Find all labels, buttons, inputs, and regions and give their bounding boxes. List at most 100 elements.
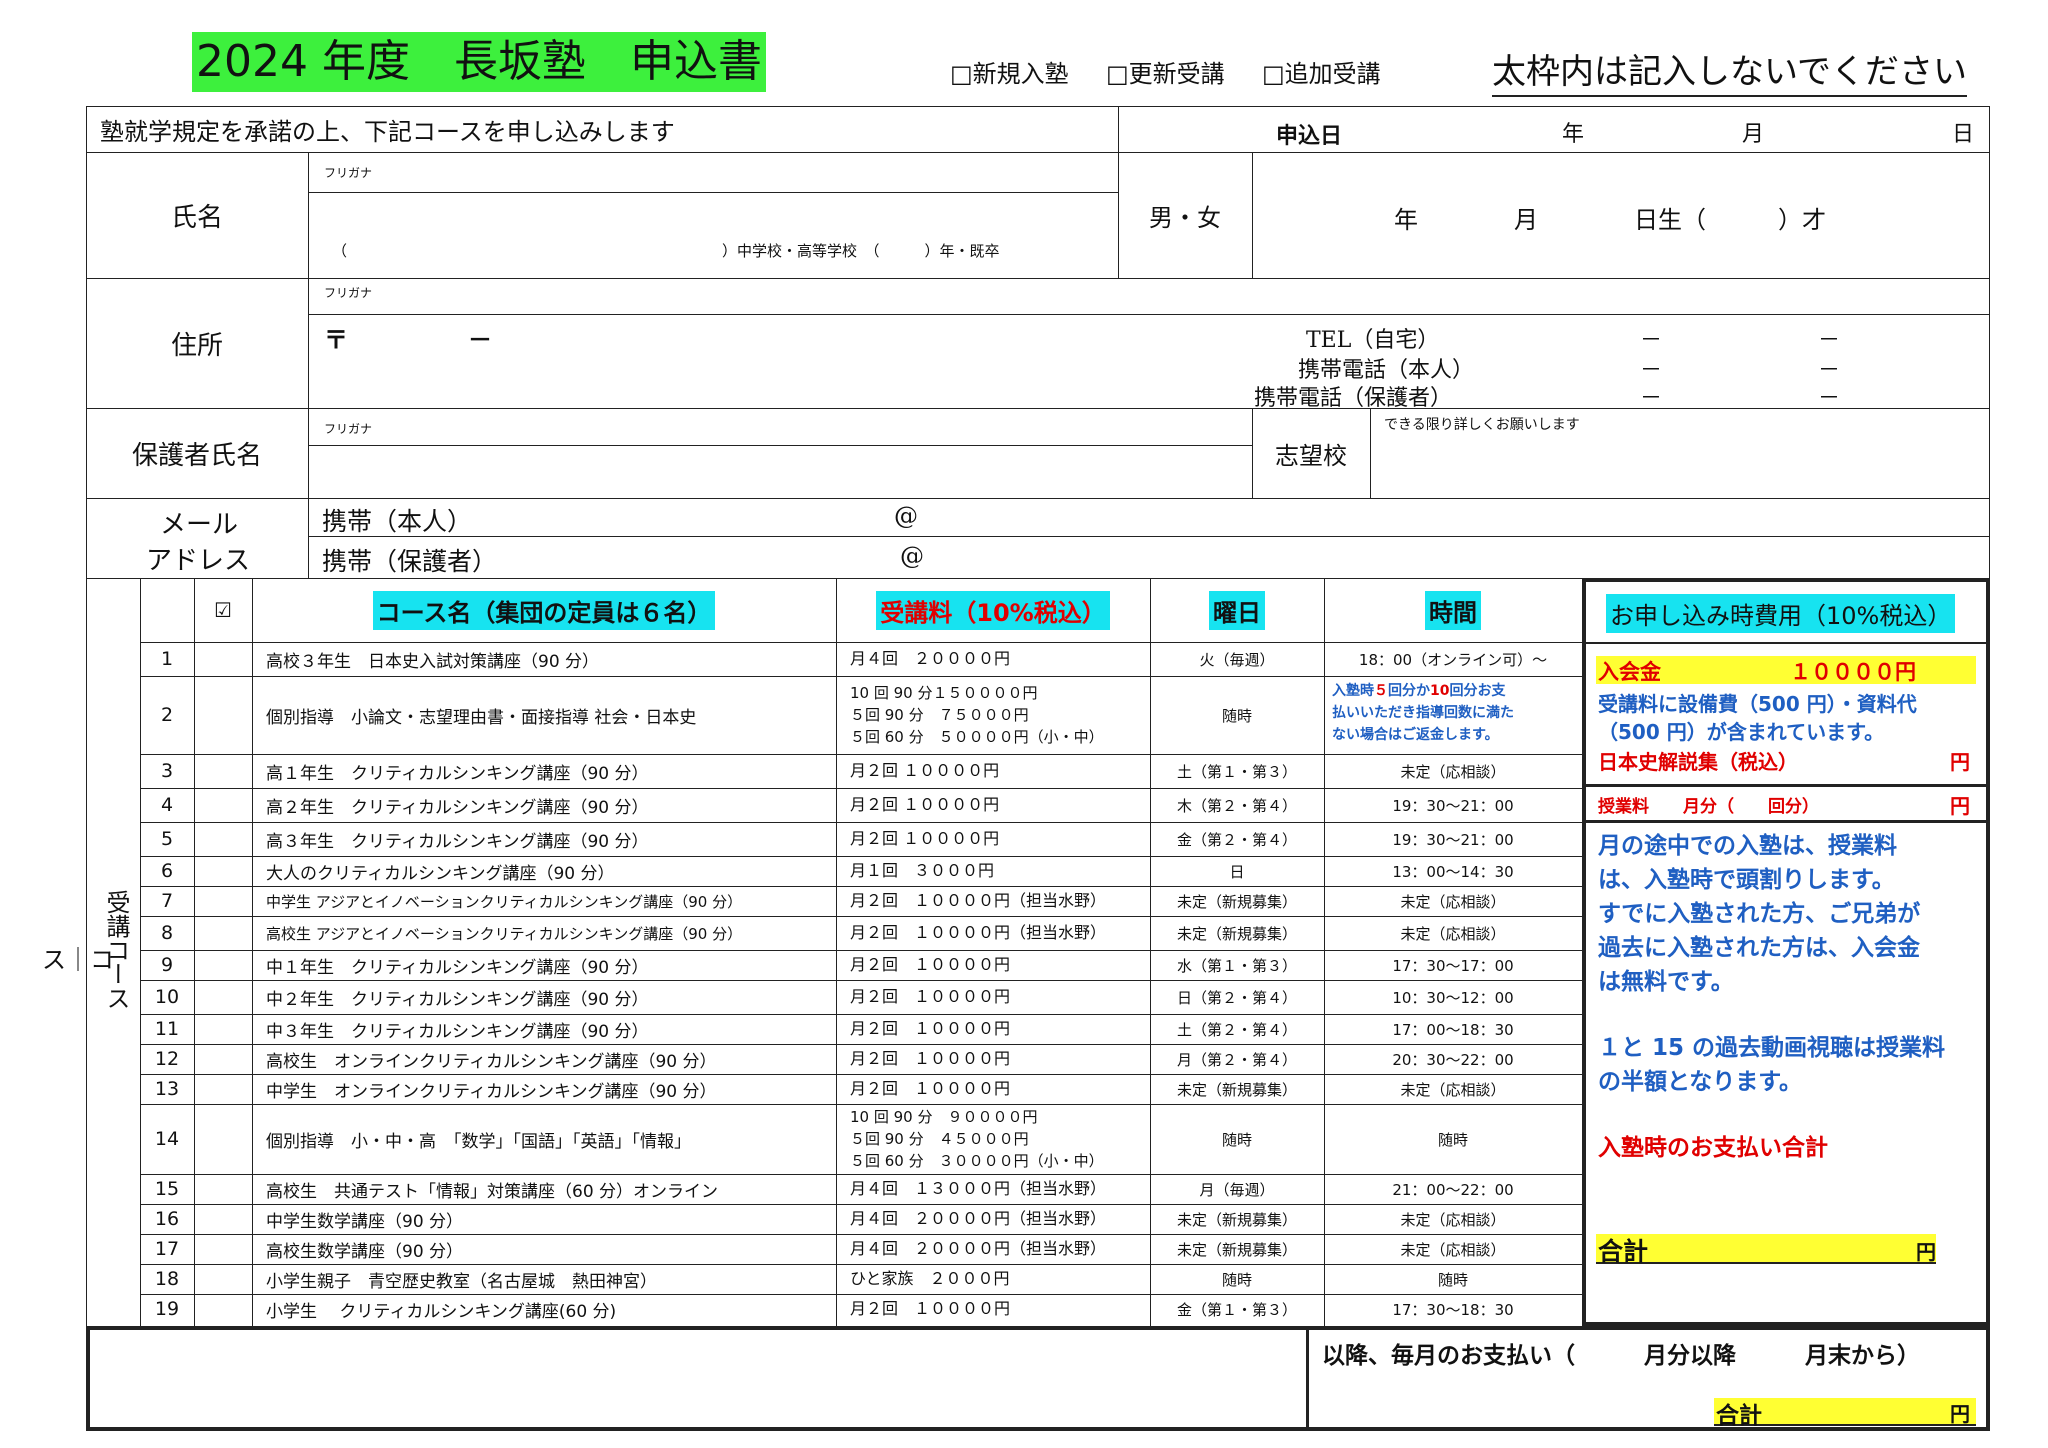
mail-self-at[interactable]: @ [894, 502, 918, 530]
tuition-line: 授業料 月分（ 回分） [1598, 797, 1819, 817]
course-time-note-part: 回分か [1388, 683, 1430, 699]
course-check-cell[interactable] [194, 1104, 252, 1174]
course-check-cell[interactable] [194, 950, 252, 980]
course-check-cell[interactable] [194, 916, 252, 950]
course-number: 17 [154, 1238, 180, 1260]
course-time-note-part: 入塾時 [1332, 683, 1374, 699]
course-check-cell[interactable] [194, 1264, 252, 1294]
course-check-cell[interactable] [194, 754, 252, 788]
course-name: 高校生 共通テスト「情報」対策講座（60 分）オンライン [266, 1181, 719, 1202]
course-name: 高校３年生 日本史入試対策講座（90 分） [266, 651, 600, 672]
course-time: 未定（応相談） [1400, 762, 1506, 781]
course-number: 10 [154, 986, 180, 1008]
school-wish-note: できる限り詳しくお願いします [1384, 417, 1580, 433]
course-fee-line: ５回 90 分 ７５０００円 [850, 706, 1029, 724]
postal-code-field[interactable]: 〒 － [324, 320, 492, 355]
course-day: 土（第１・第３） [1176, 762, 1297, 781]
tuition-yen: 円 [1950, 794, 1970, 818]
course-day: 随時 [1221, 1270, 1252, 1289]
info-line-1: 月の途中での入塾は、授業料 [1598, 833, 1897, 859]
name-furigana: フリガナ [324, 166, 373, 180]
course-name: 小学生親子 青空歴史教室（名古屋城 熱田神宮） [266, 1271, 657, 1292]
info-line-5: は無料です。 [1598, 969, 1734, 995]
includes-note-1: 受講料に設備費（500 円）・資料代 [1598, 692, 1917, 716]
course-time: 未定（応相談） [1400, 924, 1506, 943]
course-time-note-part: 10 [1430, 683, 1450, 699]
course-fee: 月２回 １００００円（担当水野） [850, 916, 1146, 950]
course-check-cell[interactable] [194, 1044, 252, 1074]
course-fee-line: 月２回 １００００円 [850, 1299, 1011, 1318]
course-day: 金（第１・第３） [1176, 1300, 1297, 1319]
course-check-cell[interactable] [194, 1074, 252, 1104]
course-day: 未定（新規募集） [1176, 1080, 1297, 1099]
side-mark: ス｜コ [42, 946, 114, 974]
course-fee-line: 月４回 ２００００円（担当水野） [850, 1209, 1107, 1228]
course-check-cell[interactable] [194, 856, 252, 886]
course-time: 未定（応相談） [1400, 1240, 1506, 1259]
info-line-4: 過去に入塾された方は、入会金 [1598, 935, 1920, 961]
course-fee-line: ひと家族 ２０００円 [850, 1269, 1010, 1288]
course-name: 中２年生 クリティカルシンキング講座（90 分） [266, 989, 649, 1010]
header-time-text: 時間 [1425, 590, 1481, 630]
header-course-name-text: コース名（集団の定員は６名） [372, 590, 716, 630]
gender-select[interactable]: 男・女 [1118, 152, 1252, 278]
course-time: 21：00～22：00 [1392, 1180, 1514, 1199]
course-fee-line: 月２回 １００００円（担当水野） [850, 923, 1107, 942]
check-renew[interactable]: □更新受講 [1106, 54, 1225, 89]
course-check-cell[interactable] [194, 1294, 252, 1324]
course-check-cell[interactable] [194, 642, 252, 676]
monthly-total-yen[interactable]: 円 [1950, 1398, 1970, 1427]
course-time: 17：00～18：30 [1392, 1020, 1514, 1039]
course-day: 未定（新規募集） [1176, 1210, 1297, 1229]
course-name: 個別指導 小論文・志望理由書・面接指導 社会・日本史 [266, 707, 697, 728]
course-day: 随時 [1221, 706, 1252, 725]
course-check-cell[interactable] [194, 886, 252, 916]
school-wish-input[interactable] [1374, 436, 1986, 494]
total-yen[interactable]: 円 [1916, 1236, 1936, 1265]
course-fee-line: 10 回 90 分１５００００円 [850, 684, 1038, 702]
course-name: 高校生 アジアとイノベーションクリティカルシンキング講座（90 分） [266, 924, 743, 943]
course-number: 3 [160, 760, 174, 782]
course-check-cell[interactable] [194, 980, 252, 1014]
course-number: 9 [160, 954, 174, 976]
course-day: 未定（新規募集） [1176, 1240, 1297, 1259]
course-time: 未定（応相談） [1400, 1080, 1506, 1099]
admission-label: 入会金 [1598, 660, 1661, 684]
course-check-cell[interactable] [194, 1234, 252, 1264]
header-fee-text: 受講料（10%税込） [876, 590, 1110, 630]
payment-total-label: 入塾時のお支払い合計 [1598, 1135, 1828, 1161]
address-label: 住所 [170, 330, 223, 361]
check-new[interactable]: □新規入塾 [950, 54, 1069, 89]
course-time-note-part: 回分お支 [1449, 683, 1506, 699]
mail-label-2: アドレス [146, 546, 251, 576]
course-day: 火（毎週） [1199, 650, 1275, 669]
check-additional[interactable]: □追加受講 [1262, 54, 1381, 89]
course-name: 小学生 クリティカルシンキング講座(60 分) [266, 1301, 617, 1322]
course-fee-line: 月１回 ３０００円 [850, 861, 995, 880]
tel-parent-dash-2: － [1818, 386, 1841, 411]
course-time: 18：00（オンライン可）～ [1358, 650, 1548, 669]
guardian-name-input[interactable] [312, 447, 1248, 495]
course-fee: 月２回 １００００円 [850, 822, 1146, 856]
course-fee-line: ５回 60 分 ３００００円（小・中） [850, 1152, 1104, 1170]
tel-home-label: TEL（自宅） [1306, 328, 1440, 353]
course-day: 土（第２・第４） [1176, 1020, 1297, 1039]
course-number: 13 [154, 1078, 180, 1100]
name-input[interactable] [312, 194, 1114, 276]
course-day: 未定（新規募集） [1176, 892, 1297, 911]
course-number: 12 [154, 1048, 180, 1070]
course-check-cell[interactable] [194, 1174, 252, 1204]
mail-parent-at[interactable]: @ [900, 542, 924, 570]
course-number: 5 [160, 828, 174, 850]
course-check-cell[interactable] [194, 822, 252, 856]
birthdate-field[interactable]: 年 月 日生（ ）才 [1394, 200, 1826, 235]
course-name: 中学生 アジアとイノベーションクリティカルシンキング講座（90 分） [266, 892, 743, 911]
course-check-cell[interactable] [194, 1204, 252, 1234]
course-check-cell[interactable] [194, 676, 252, 754]
course-fee: 月１回 ３０００円 [850, 856, 1146, 886]
course-check-cell[interactable] [194, 1014, 252, 1044]
course-check-cell[interactable] [194, 788, 252, 822]
course-fee-line: 月２回 １００００円 [850, 1049, 1011, 1068]
course-number: 14 [154, 1128, 180, 1150]
info-line-2: は、入塾時で頭割りします。 [1598, 867, 1895, 893]
